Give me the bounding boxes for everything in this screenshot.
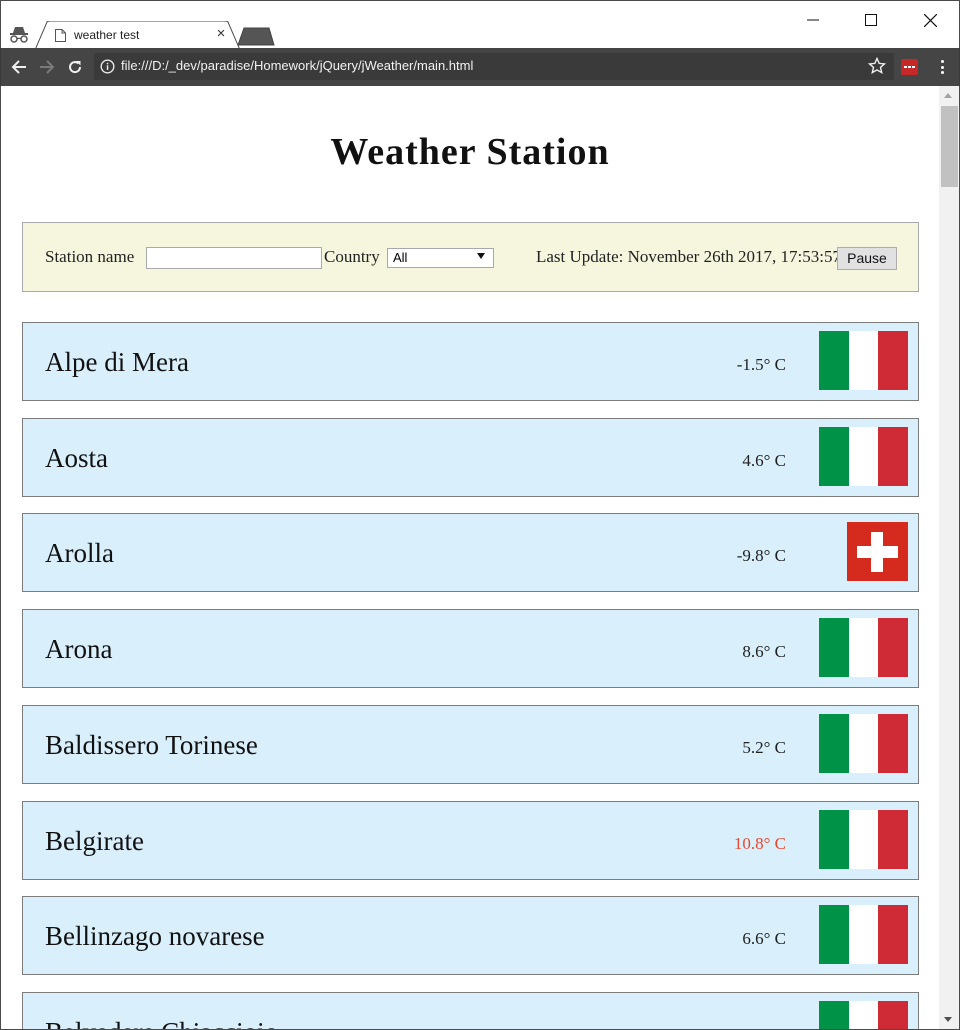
italy-flag <box>819 618 909 677</box>
station-temperature: 4.2° C <box>742 1025 786 1029</box>
reload-icon <box>69 61 82 74</box>
arrow-right-icon <box>40 60 55 74</box>
station-name: Bellinzago novarese <box>45 921 265 951</box>
browser-toolbar: file:///D:/_dev/paradise/Homework/jQuery… <box>0 48 960 86</box>
info-icon[interactable] <box>100 59 115 74</box>
dropdown-arrow-icon <box>477 253 485 259</box>
controls-bar: Station name Country All Last Update: No… <box>22 222 919 292</box>
station-card: Belvedere Chiaccioio 4.2° C <box>22 992 919 1029</box>
station-card: Baldissero Torinese 5.2° C <box>22 705 919 784</box>
station-name: Aosta <box>45 443 108 473</box>
italy-flag <box>819 905 909 964</box>
station-temperature: 8.6° C <box>742 642 786 661</box>
minimize-icon <box>807 19 819 21</box>
new-tab-button[interactable] <box>237 27 275 46</box>
browser-tab[interactable]: weather test × <box>35 21 240 50</box>
station-name: Alpe di Mera <box>45 347 189 377</box>
page-viewport: Weather Station Station name Country All… <box>0 86 960 1030</box>
tab-close-icon[interactable]: × <box>213 25 229 42</box>
italy-flag <box>819 331 909 390</box>
country-select[interactable]: All <box>387 248 494 268</box>
incognito-icon <box>10 27 28 43</box>
scrollbar[interactable] <box>939 86 959 1029</box>
country-select-value: All <box>393 250 408 265</box>
station-name: Baldissero Torinese <box>45 730 258 760</box>
browser-titlebar: weather test × <box>0 0 960 50</box>
station-card: Arona 8.6° C <box>22 609 919 688</box>
scroll-down-arrow-icon[interactable] <box>944 1017 952 1022</box>
arrow-left-icon <box>11 60 26 74</box>
country-label: Country <box>324 247 380 266</box>
bookmark-star-icon[interactable] <box>868 57 886 75</box>
scroll-up-arrow-icon[interactable] <box>944 93 952 98</box>
station-card: Arolla -9.8° C <box>22 513 919 592</box>
station-name-label: Station name <box>45 247 135 266</box>
station-temperature: 4.6° C <box>742 451 786 470</box>
back-button[interactable] <box>8 56 30 78</box>
tab-title: weather test <box>74 28 140 42</box>
maximize-button[interactable] <box>848 5 894 35</box>
station-temperature: 10.8° C <box>733 834 786 853</box>
station-temperature: -1.5° C <box>736 355 786 374</box>
station-temperature: -9.8° C <box>736 546 786 565</box>
page-title: Weather Station <box>330 131 610 173</box>
station-temperature: 6.6° C <box>742 929 786 948</box>
minimize-button[interactable] <box>790 5 836 35</box>
italy-flag <box>819 1001 909 1029</box>
close-window-button[interactable] <box>907 5 953 35</box>
extension-icon[interactable] <box>901 59 918 75</box>
station-card: Alpe di Mera -1.5° C <box>22 322 919 401</box>
italy-flag <box>819 427 909 486</box>
maximize-icon <box>865 14 877 26</box>
station-temperature: 5.2° C <box>742 738 786 757</box>
italy-flag <box>819 714 909 773</box>
page-icon <box>55 29 66 42</box>
station-name: Arolla <box>45 538 114 568</box>
browser-menu-icon[interactable] <box>934 58 950 76</box>
station-name: Belvedere Chiaccioio <box>45 1017 278 1029</box>
station-card: Belgirate 10.8° C <box>22 801 919 880</box>
scrollbar-thumb[interactable] <box>941 106 958 187</box>
station-name: Belgirate <box>45 826 144 856</box>
italy-flag <box>819 810 909 869</box>
pause-button[interactable]: Pause <box>837 247 897 270</box>
switzerland-flag <box>847 522 908 581</box>
station-name: Arona <box>45 634 113 664</box>
station-card: Aosta 4.6° C <box>22 418 919 497</box>
station-card: Bellinzago novarese 6.6° C <box>22 896 919 975</box>
url-text[interactable]: file:///D:/_dev/paradise/Homework/jQuery… <box>121 58 473 73</box>
forward-button[interactable] <box>36 56 58 78</box>
close-icon <box>923 13 937 27</box>
last-update-text: Last Update: November 26th 2017, 17:53:5… <box>536 247 842 266</box>
station-name-input[interactable] <box>146 247 322 269</box>
address-bar[interactable]: file:///D:/_dev/paradise/Homework/jQuery… <box>94 53 894 80</box>
reload-button[interactable] <box>64 56 86 78</box>
extension-dots-icon <box>904 66 915 68</box>
